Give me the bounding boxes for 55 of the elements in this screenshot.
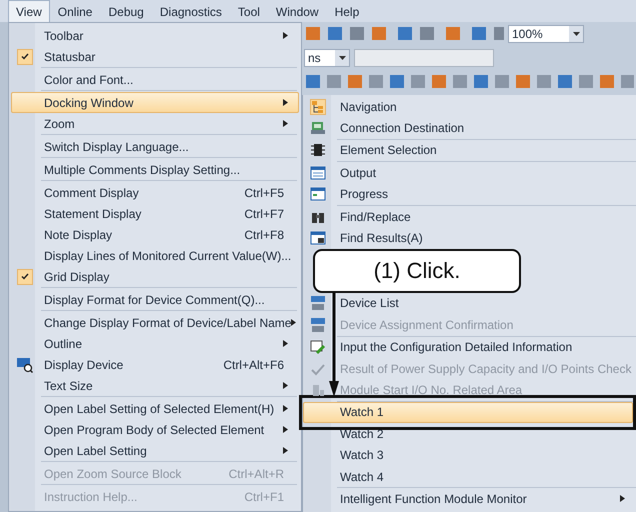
submenu-item[interactable]: Find/Replace (303, 206, 636, 228)
menu-item[interactable]: Comment Display Ctrl+F5 (11, 182, 299, 203)
menu-item[interactable]: Grid Display (11, 266, 299, 287)
device-list-icon (310, 295, 326, 312)
empty-dropdown[interactable] (354, 49, 494, 67)
menu-item[interactable]: Display Device Ctrl+Alt+F6 (11, 354, 299, 375)
menu-title[interactable]: Debug (100, 0, 152, 22)
menu-item[interactable]: Color and Font... (11, 69, 299, 90)
computer-icon (310, 120, 326, 136)
submenu-item[interactable]: Watch 1 (303, 402, 633, 424)
device-list-icon (310, 316, 326, 333)
menu-item[interactable]: Zoom (11, 113, 299, 134)
submenu-item[interactable]: Progress (303, 184, 636, 205)
menu-item[interactable]: Open Program Body of Selected Element (11, 419, 299, 440)
menu-item[interactable]: Text Size (11, 375, 299, 396)
submenu-item[interactable]: Navigation (303, 96, 636, 118)
device-search-icon (17, 356, 33, 372)
menu-item[interactable]: Note Display Ctrl+F8 (11, 224, 299, 245)
menu-title[interactable]: View (8, 0, 50, 22)
menu-item[interactable]: Display Lines of Monitored Current Value(W)... (11, 245, 299, 266)
pencil-icon (310, 339, 326, 356)
submenu-item[interactable]: Find Results(A) (303, 227, 636, 249)
results-window-icon (310, 230, 326, 246)
tree-icon (310, 98, 326, 115)
menu-title[interactable]: Diagnostics (152, 0, 230, 22)
menu-title[interactable]: Window (268, 0, 327, 22)
callout: (1) Click. (313, 248, 521, 293)
menu-item[interactable]: Open Label Setting (11, 440, 299, 461)
zoom-dropdown[interactable]: 100% (508, 25, 584, 43)
toolbar-dropdown[interactable]: ns (304, 49, 350, 67)
submenu-item[interactable]: Input the Configuration Detailed Information (303, 336, 636, 358)
menu-item[interactable]: Docking Window (11, 92, 299, 113)
menu-title[interactable]: Help (326, 0, 368, 22)
submenu-item[interactable]: Watch 4 (303, 466, 636, 488)
submenu-item[interactable]: Watch 3 (303, 444, 636, 466)
menu-item[interactable]: Toolbar (11, 25, 299, 46)
submenu-item[interactable]: Output (303, 162, 636, 184)
menu-item[interactable]: Outline (11, 333, 299, 354)
menu-item[interactable]: Statusbar (11, 46, 299, 67)
menu-title[interactable]: Tool (230, 0, 268, 22)
menu-item[interactable]: Multiple Comments Display Setting... (11, 159, 299, 180)
chip-icon (310, 142, 326, 158)
submenu-item[interactable]: Device List (303, 292, 636, 314)
menu-item[interactable]: Open Label Setting of Selected Element(H) (11, 398, 299, 419)
submenu-item[interactable]: Element Selection (303, 140, 636, 162)
menu-item[interactable]: Change Display Format of Device/Label Name (11, 312, 299, 333)
submenu-item[interactable]: Watch 2 (303, 423, 636, 444)
window-icon (310, 164, 326, 181)
submenu-item[interactable]: Connection Destination (303, 117, 636, 139)
submenu-item[interactable]: Intelligent Function Module Monitor (303, 488, 636, 510)
menu-item[interactable]: Display Format for Device Comment(Q)... (11, 289, 299, 310)
menu-title[interactable]: Online (50, 0, 100, 22)
menu-item[interactable]: Switch Display Language... (11, 136, 299, 157)
progress-window-icon (310, 186, 326, 202)
menu-item[interactable]: Statement Display Ctrl+F7 (11, 203, 299, 224)
